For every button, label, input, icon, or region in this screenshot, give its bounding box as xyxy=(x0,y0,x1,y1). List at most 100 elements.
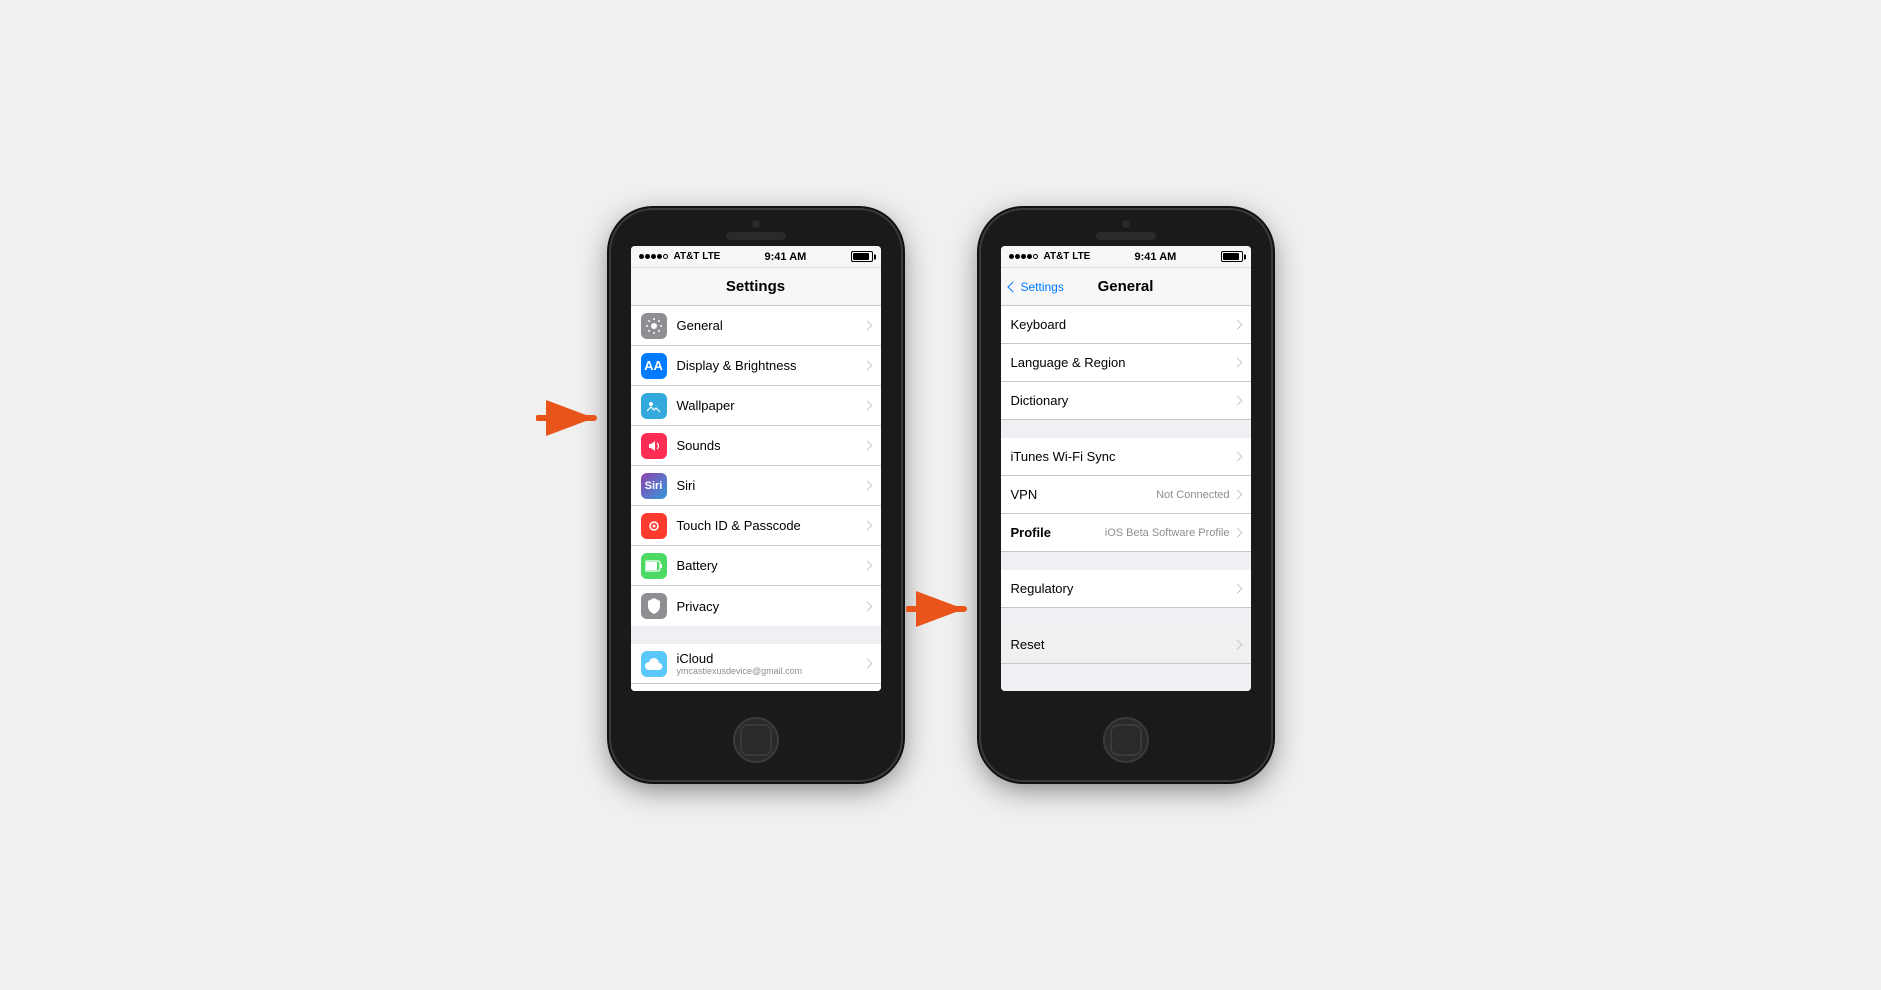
dot4b xyxy=(1027,254,1032,259)
vpn-status: Not Connected xyxy=(1156,489,1229,501)
label-itunes-wifi: iTunes Wi-Fi Sync xyxy=(1011,449,1234,464)
icon-battery xyxy=(641,553,667,579)
arrow-reset xyxy=(906,591,976,632)
phone1-top xyxy=(611,210,901,246)
status-right-1 xyxy=(851,251,873,262)
dot3b xyxy=(1021,254,1026,259)
row-profile[interactable]: Profile iOS Beta Software Profile xyxy=(1001,514,1251,552)
phone1-wrapper: AT&T LTE 9:41 AM Settings xyxy=(611,210,901,780)
label-siri: Siri xyxy=(677,478,864,493)
dot3 xyxy=(651,254,656,259)
icon-icloud xyxy=(641,651,667,677)
row-privacy[interactable]: Privacy xyxy=(631,586,881,626)
row-display[interactable]: AA Display & Brightness xyxy=(631,346,881,386)
label-language: Language & Region xyxy=(1011,355,1234,370)
status-bar-1: AT&T LTE 9:41 AM xyxy=(631,246,881,268)
back-chevron xyxy=(1007,281,1018,292)
dot5b xyxy=(1033,254,1038,259)
row-appstore[interactable]: iTunes & App Store xyxy=(631,684,881,691)
chevron-privacy xyxy=(862,601,872,611)
icon-touchid xyxy=(641,513,667,539)
row-sounds[interactable]: Sounds xyxy=(631,426,881,466)
chevron-dictionary xyxy=(1232,396,1242,406)
home-button-1[interactable] xyxy=(733,717,779,763)
icon-siri: Siri xyxy=(641,473,667,499)
label-sounds: Sounds xyxy=(677,438,864,453)
nav-bar-2: Settings General xyxy=(1001,268,1251,306)
status-right-2 xyxy=(1221,251,1243,262)
label-general: General xyxy=(677,318,864,333)
icon-wallpaper xyxy=(641,393,667,419)
nav-bar-1: Settings xyxy=(631,268,881,306)
dot2 xyxy=(645,254,650,259)
row-siri[interactable]: Siri Siri xyxy=(631,466,881,506)
chevron-icloud xyxy=(862,659,872,669)
home-button-2[interactable] xyxy=(1103,717,1149,763)
phone2-wrapper: AT&T LTE 9:41 AM Settings General xyxy=(981,210,1271,780)
battery-fill-1 xyxy=(853,253,869,260)
status-left-2: AT&T LTE xyxy=(1009,251,1091,262)
chevron-profile xyxy=(1232,528,1242,538)
phone2-bottom xyxy=(1103,691,1149,780)
icon-sounds xyxy=(641,433,667,459)
phone2: AT&T LTE 9:41 AM Settings General xyxy=(981,210,1271,780)
row-battery[interactable]: Battery xyxy=(631,546,881,586)
carrier-2: AT&T LTE xyxy=(1044,251,1091,262)
row-touchid[interactable]: Touch ID & Passcode xyxy=(631,506,881,546)
battery-icon-2 xyxy=(1221,251,1243,262)
phone1: AT&T LTE 9:41 AM Settings xyxy=(611,210,901,780)
battery-icon-1 xyxy=(851,251,873,262)
chevron-battery xyxy=(862,561,872,571)
section-gap-4 xyxy=(1001,608,1251,626)
row-wallpaper[interactable]: Wallpaper xyxy=(631,386,881,426)
status-bar-2: AT&T LTE 9:41 AM xyxy=(1001,246,1251,268)
chevron-itunes-wifi xyxy=(1232,452,1242,462)
back-label: Settings xyxy=(1021,280,1064,294)
chevron-keyboard xyxy=(1232,320,1242,330)
label-touchid: Touch ID & Passcode xyxy=(677,518,864,533)
phone1-bottom xyxy=(733,691,779,780)
general-section-3: Regulatory xyxy=(1001,570,1251,608)
row-reset[interactable]: Reset xyxy=(1001,626,1251,664)
dot4 xyxy=(657,254,662,259)
chevron-wallpaper xyxy=(862,401,872,411)
section-gap-2 xyxy=(1001,420,1251,438)
signal-dots-1 xyxy=(639,254,668,259)
settings-list: General AA Display & Brightness xyxy=(631,306,881,691)
phone2-screen: AT&T LTE 9:41 AM Settings General xyxy=(1001,246,1251,691)
row-general[interactable]: General xyxy=(631,306,881,346)
camera-2 xyxy=(1122,220,1130,228)
general-title: General xyxy=(1098,278,1154,295)
label-regulatory: Regulatory xyxy=(1011,581,1234,596)
label-icloud: iCloud xyxy=(677,651,864,666)
back-button[interactable]: Settings xyxy=(1009,280,1064,294)
chevron-siri xyxy=(862,481,872,491)
phone2-top xyxy=(981,210,1271,246)
icon-general xyxy=(641,313,667,339)
chevron-display xyxy=(862,361,872,371)
label-keyboard: Keyboard xyxy=(1011,317,1234,332)
row-keyboard[interactable]: Keyboard xyxy=(1001,306,1251,344)
dot1b xyxy=(1009,254,1014,259)
settings-section-2: iCloud ymcastiexusdevice@gmail.com iTune… xyxy=(631,644,881,691)
chevron-regulatory xyxy=(1232,584,1242,594)
time-2: 9:41 AM xyxy=(1135,251,1177,263)
carrier-1: AT&T LTE xyxy=(674,251,721,262)
general-section-1: Keyboard Language & Region Dictionary xyxy=(1001,306,1251,420)
label-dictionary: Dictionary xyxy=(1011,393,1234,408)
settings-title: Settings xyxy=(726,278,785,295)
general-section-2: iTunes Wi-Fi Sync VPN Not Connected Prof… xyxy=(1001,438,1251,552)
label-reset: Reset xyxy=(1011,637,1234,652)
row-itunes-wifi[interactable]: iTunes Wi-Fi Sync xyxy=(1001,438,1251,476)
chevron-general xyxy=(862,321,872,331)
chevron-touchid xyxy=(862,521,872,531)
time-1: 9:41 AM xyxy=(765,251,807,263)
label-privacy: Privacy xyxy=(677,599,864,614)
row-regulatory[interactable]: Regulatory xyxy=(1001,570,1251,608)
icon-display: AA xyxy=(641,353,667,379)
row-vpn[interactable]: VPN Not Connected xyxy=(1001,476,1251,514)
label-profile: Profile xyxy=(1011,525,1105,540)
row-icloud[interactable]: iCloud ymcastiexusdevice@gmail.com xyxy=(631,644,881,684)
row-dictionary[interactable]: Dictionary xyxy=(1001,382,1251,420)
row-language[interactable]: Language & Region xyxy=(1001,344,1251,382)
